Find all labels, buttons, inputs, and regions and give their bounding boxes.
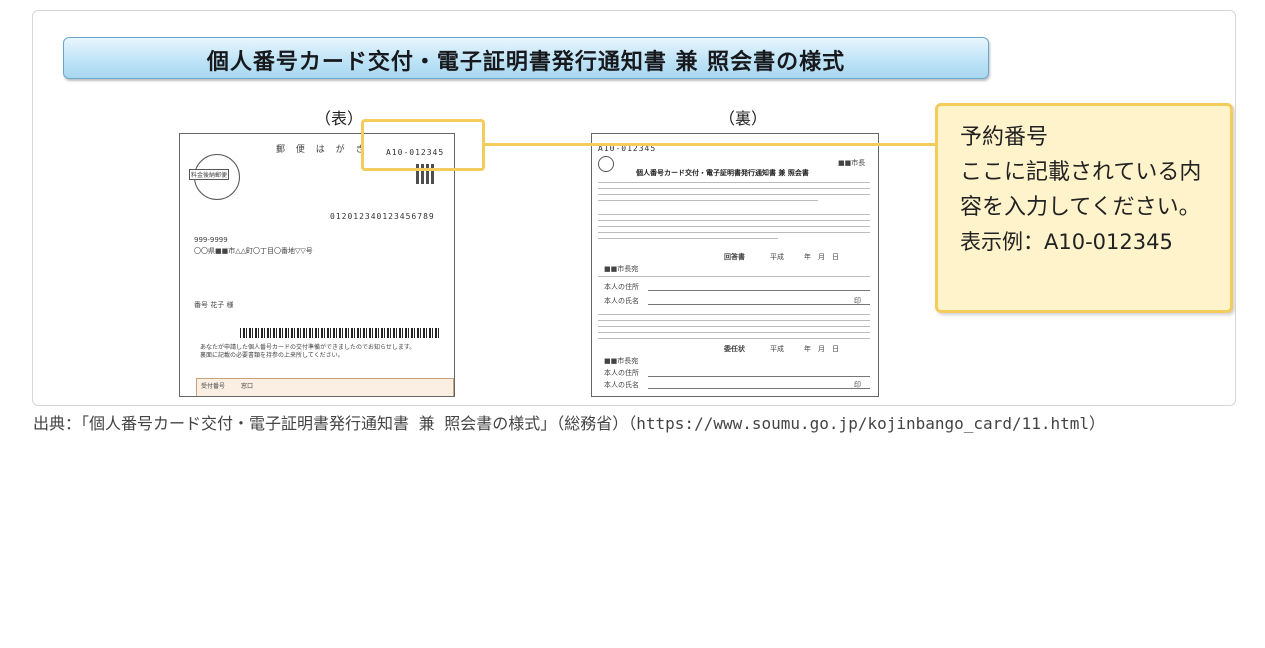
image-source-credit: 出典：「個人番号カード交付・電子証明書発行通知書 兼 照会書の様式」（総務省）（… (33, 414, 1106, 433)
back-heading: 個人番号カード交付・電子証明書発行通知書 兼 照会書 (636, 169, 809, 177)
front-bottom-box: 受付番号 窓口 (196, 378, 454, 396)
back-date-2: 年 月 日 (804, 345, 839, 353)
back-reply-heading: 回答書 (724, 253, 745, 261)
back-era-2: 平成 (770, 345, 784, 353)
back-address-label-1: 本人の住所 (604, 283, 639, 291)
reservation-number-highlight (361, 119, 485, 171)
callout-title: 予約番号 (960, 125, 1049, 150)
back-to-mayor-1: ■■市長宛 (604, 265, 639, 273)
notice-back-side: A10-012345 ■■市長 個人番号カード交付・電子証明書発行通知書 兼 照… (591, 133, 879, 397)
callout-instruction: ここに記載されている内容を入力してください。 (960, 160, 1202, 220)
back-seal-1: 印 (854, 297, 861, 305)
back-era-1: 平成 (770, 253, 784, 261)
mascot-icon (598, 156, 614, 172)
postage-stamp-icon: 料金後納郵便 (189, 154, 240, 200)
stamp-text: 料金後納郵便 (189, 169, 230, 180)
back-name-label-2: 本人の氏名 (604, 381, 639, 389)
back-to-mayor-2: ■■市長宛 (604, 357, 639, 365)
front-label: （表） (315, 109, 364, 128)
notice-front-side: 郵 便 は が き A10-012345 料金後納郵便 012012340123… (179, 133, 455, 397)
figure-frame: 個人番号カード交付・電子証明書発行通知書 兼 照会書の様式 （表） （裏） 郵 … (32, 10, 1236, 406)
front-bottom-label1: 受付番号 (201, 383, 226, 390)
front-notice-line2: 裏面に記載の必要書類を持参の上来所してください。 (200, 352, 344, 359)
callout-example: 表示例：A10-012345 (960, 230, 1173, 254)
figure-title: 個人番号カード交付・電子証明書発行通知書 兼 照会書の様式 (206, 50, 846, 75)
postal-barcode (240, 328, 440, 338)
postcard-header: 郵 便 は が き (276, 145, 369, 155)
front-bottom-label2: 窓口 (241, 383, 254, 390)
postcode: 999-9999 (194, 236, 228, 244)
back-label: （裏） (719, 109, 768, 128)
back-seal-2: 印 (854, 381, 861, 389)
recipient-name: 番号 花子 様 (194, 301, 234, 309)
back-date-1: 年 月 日 (804, 253, 839, 261)
reservation-number-callout: 予約番号 ここに記載されている内容を入力してください。 表示例：A10-0123… (935, 103, 1233, 313)
figure-title-banner: 個人番号カード交付・電子証明書発行通知書 兼 照会書の様式 (63, 37, 989, 79)
front-id-digits: 012012340123456789 (330, 212, 435, 221)
address: 〇〇県■■市△△町〇丁目〇番地▽▽号 (194, 247, 313, 255)
back-mayor: ■■市長 (838, 159, 866, 167)
callout-connector (485, 143, 935, 146)
back-delegation-heading: 委任状 (724, 345, 745, 353)
back-name-label-1: 本人の氏名 (604, 297, 639, 305)
back-address-label-2: 本人の住所 (604, 369, 639, 377)
